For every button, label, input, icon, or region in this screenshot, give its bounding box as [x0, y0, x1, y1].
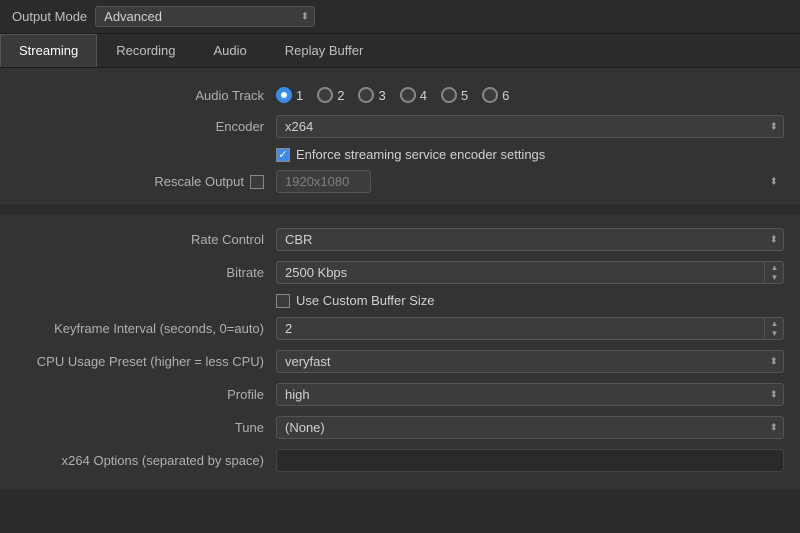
- rate-control-row: Rate Control CBR: [0, 223, 800, 256]
- audio-track-3-label: 3: [378, 88, 385, 103]
- encoder-row: Encoder x264: [0, 110, 800, 143]
- rate-control-label: Rate Control: [16, 232, 276, 247]
- rescale-row: Rescale Output 1920x1080: [0, 166, 800, 197]
- audio-track-1-radio[interactable]: [276, 87, 292, 103]
- audio-track-3-radio[interactable]: [358, 87, 374, 103]
- tune-select[interactable]: (None): [276, 416, 784, 439]
- audio-track-6[interactable]: 6: [482, 87, 509, 103]
- tab-recording[interactable]: Recording: [97, 34, 194, 67]
- rescale-select[interactable]: 1920x1080: [276, 170, 371, 193]
- keyframe-down-arrow[interactable]: ▼: [771, 329, 779, 339]
- x264-options-control: [276, 449, 784, 472]
- bitrate-up-arrow[interactable]: ▲: [771, 263, 779, 273]
- profile-select[interactable]: high: [276, 383, 784, 406]
- audio-track-1-label: 1: [296, 88, 303, 103]
- profile-label: Profile: [16, 387, 276, 402]
- tune-label: Tune: [16, 420, 276, 435]
- custom-buffer-checkbox[interactable]: [276, 294, 290, 308]
- tune-wrapper: (None): [276, 416, 784, 439]
- cpu-preset-row: CPU Usage Preset (higher = less CPU) ver…: [0, 345, 800, 378]
- audio-track-2-label: 2: [337, 88, 344, 103]
- audio-track-4[interactable]: 4: [400, 87, 427, 103]
- audio-track-3[interactable]: 3: [358, 87, 385, 103]
- tabs-bar: Streaming Recording Audio Replay Buffer: [0, 34, 800, 68]
- audio-track-6-radio[interactable]: [482, 87, 498, 103]
- audio-track-2[interactable]: 2: [317, 87, 344, 103]
- cpu-preset-label: CPU Usage Preset (higher = less CPU): [16, 354, 276, 369]
- tab-audio[interactable]: Audio: [195, 34, 266, 67]
- tune-control: (None): [276, 416, 784, 439]
- bitrate-row: Bitrate ▲ ▼: [0, 256, 800, 289]
- audio-track-5[interactable]: 5: [441, 87, 468, 103]
- profile-wrapper: high: [276, 383, 784, 406]
- bitrate-label: Bitrate: [16, 265, 276, 280]
- x264-options-row: x264 Options (separated by space): [0, 444, 800, 477]
- enforce-checkbox[interactable]: [276, 148, 290, 162]
- audio-track-5-radio[interactable]: [441, 87, 457, 103]
- audio-track-5-label: 5: [461, 88, 468, 103]
- audio-track-4-label: 4: [420, 88, 427, 103]
- rescale-checkbox[interactable]: [250, 175, 264, 189]
- tab-replay-buffer[interactable]: Replay Buffer: [266, 34, 383, 67]
- cpu-preset-wrapper: veryfast: [276, 350, 784, 373]
- x264-options-label: x264 Options (separated by space): [16, 453, 276, 468]
- output-mode-wrapper: Advanced: [95, 6, 315, 27]
- keyframe-spinner[interactable]: ▲ ▼: [764, 317, 784, 340]
- audio-track-4-radio[interactable]: [400, 87, 416, 103]
- audio-track-1[interactable]: 1: [276, 87, 303, 103]
- rescale-select-wrapper: 1920x1080: [276, 170, 784, 193]
- bitrate-spinner[interactable]: ▲ ▼: [764, 261, 784, 284]
- profile-control: high: [276, 383, 784, 406]
- audio-track-label: Audio Track: [16, 88, 276, 103]
- custom-buffer-label[interactable]: Use Custom Buffer Size: [296, 293, 434, 308]
- profile-row: Profile high: [0, 378, 800, 411]
- encoder-label: Encoder: [16, 119, 276, 134]
- encoder-select-wrapper: x264: [276, 115, 784, 138]
- rate-control-control: CBR: [276, 228, 784, 251]
- audio-track-options: 1 2 3 4 5 6: [276, 87, 784, 103]
- rescale-label-text: Rescale Output: [154, 174, 244, 189]
- rate-control-wrapper: CBR: [276, 228, 784, 251]
- bitrate-control: ▲ ▼: [276, 261, 784, 284]
- cpu-preset-control: veryfast: [276, 350, 784, 373]
- bitrate-down-arrow[interactable]: ▼: [771, 273, 779, 283]
- custom-buffer-row: Use Custom Buffer Size: [0, 289, 800, 312]
- tune-row: Tune (None): [0, 411, 800, 444]
- bitrate-input[interactable]: [276, 261, 784, 284]
- content-panel: Audio Track 1 2 3 4 5: [0, 68, 800, 489]
- encoder-select[interactable]: x264: [276, 115, 784, 138]
- audio-track-2-radio[interactable]: [317, 87, 333, 103]
- output-mode-select[interactable]: Advanced: [95, 6, 315, 27]
- cpu-preset-select[interactable]: veryfast: [276, 350, 784, 373]
- enforce-label[interactable]: Enforce streaming service encoder settin…: [296, 147, 545, 162]
- keyframe-row: Keyframe Interval (seconds, 0=auto) ▲ ▼: [0, 312, 800, 345]
- section-divider: [0, 205, 800, 215]
- top-bar: Output Mode Advanced: [0, 0, 800, 34]
- audio-track-row: Audio Track 1 2 3 4 5: [0, 80, 800, 110]
- keyframe-label: Keyframe Interval (seconds, 0=auto): [16, 321, 276, 336]
- keyframe-up-arrow[interactable]: ▲: [771, 319, 779, 329]
- keyframe-control: ▲ ▼: [276, 317, 784, 340]
- rate-control-select[interactable]: CBR: [276, 228, 784, 251]
- keyframe-input[interactable]: [276, 317, 784, 340]
- x264-options-input[interactable]: [276, 449, 784, 472]
- output-mode-label: Output Mode: [12, 9, 87, 24]
- encoder-control: x264: [276, 115, 784, 138]
- rescale-label-container: Rescale Output: [16, 174, 276, 189]
- enforce-checkbox-row: Enforce streaming service encoder settin…: [0, 143, 800, 166]
- audio-track-6-label: 6: [502, 88, 509, 103]
- tab-streaming[interactable]: Streaming: [0, 34, 97, 67]
